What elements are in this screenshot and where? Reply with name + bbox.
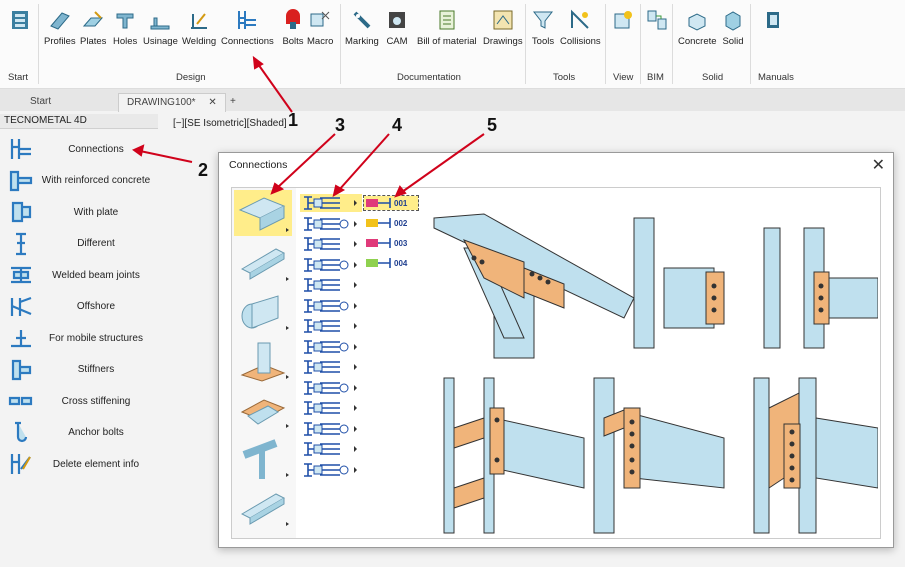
annotation-2: 2 [198, 160, 209, 180]
annotation-5: 5 [487, 115, 498, 135]
annotation-1: 1 [288, 110, 299, 130]
arrow-5 [401, 133, 485, 193]
arrow-3 [276, 133, 336, 189]
arrow-2 [139, 150, 193, 163]
annotation-4: 4 [392, 115, 403, 135]
arrow-1 [257, 63, 293, 113]
annotation-3: 3 [335, 115, 346, 135]
arrowhead-2 [131, 144, 145, 157]
arrowhead-5 [394, 185, 407, 198]
arrow-4 [338, 133, 390, 191]
annotation-arrows [131, 55, 485, 198]
